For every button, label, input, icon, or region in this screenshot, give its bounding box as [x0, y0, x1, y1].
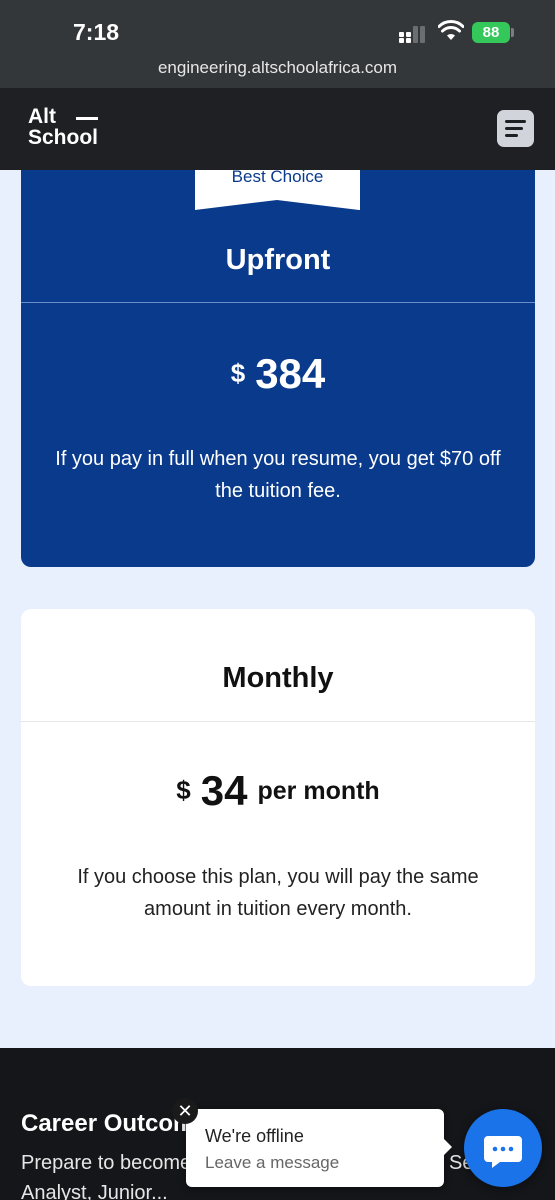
status-bar: 7:18 88 [0, 0, 555, 52]
browser-url-bar[interactable]: engineering.altschoolafrica.com [0, 52, 555, 88]
battery-tip [511, 28, 514, 37]
monthly-currency: $ [176, 775, 191, 805]
monthly-amount: 34 [200, 767, 248, 814]
status-time: 7:18 [73, 19, 120, 45]
chat-bubble-icon [484, 1136, 522, 1168]
upfront-divider [21, 302, 535, 303]
upfront-title: Upfront [225, 244, 331, 276]
upfront-price: $384 [21, 350, 535, 398]
monthly-divider [21, 721, 535, 722]
battery-indicator: 88 [472, 22, 510, 43]
upfront-description: If you pay in full when you resume, you … [55, 448, 501, 502]
menu-bar-2 [505, 127, 523, 130]
monthly-description: If you choose this plan, you will pay th… [77, 866, 479, 920]
chat-offline-popup[interactable]: We're offline Leave a message [186, 1109, 452, 1187]
upfront-plan-card: Best Choice Upfront $384 If you pay in f… [21, 167, 535, 567]
monthly-period: per month [257, 777, 380, 805]
site-header: Alt School [0, 88, 555, 170]
chat-close-icon[interactable]: ✕ [172, 1098, 198, 1124]
menu-bar-1 [505, 120, 526, 123]
upfront-currency: $ [230, 358, 246, 388]
url-text[interactable]: engineering.altschoolafrica.com [0, 58, 555, 78]
monthly-plan-card: Monthly $34 per month If you choose this … [21, 609, 535, 986]
altschool-logo[interactable]: Alt School [28, 106, 98, 148]
chat-status-title: We're offline [205, 1126, 304, 1146]
menu-button[interactable] [497, 110, 534, 147]
chat-launcher-button[interactable] [464, 1109, 542, 1187]
monthly-price: $34 per month [21, 767, 535, 815]
cellular-signal-icon [399, 26, 425, 43]
monthly-title: Monthly [222, 662, 334, 694]
logo-underline [76, 117, 98, 120]
menu-bar-3 [505, 134, 518, 137]
upfront-amount: 384 [255, 350, 326, 397]
best-choice-ribbon: Best Choice [195, 167, 360, 210]
logo-line2: School [28, 126, 99, 149]
chat-leave-message[interactable]: Leave a message [205, 1153, 339, 1173]
best-choice-label: Best Choice [231, 167, 324, 186]
wifi-icon [438, 20, 464, 40]
